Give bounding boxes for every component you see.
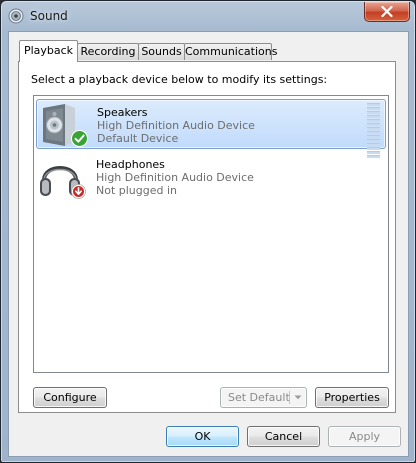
window-title: Sound bbox=[30, 9, 68, 23]
set-default-label: Set Default bbox=[228, 391, 290, 404]
device-driver: High Definition Audio Device bbox=[96, 171, 254, 184]
volume-level-meter bbox=[367, 103, 380, 158]
tab-sounds[interactable]: Sounds bbox=[138, 43, 185, 60]
ok-button[interactable]: OK bbox=[166, 426, 239, 447]
device-driver: High Definition Audio Device bbox=[97, 119, 255, 132]
apply-button: Apply bbox=[328, 426, 401, 447]
split-divider bbox=[289, 391, 290, 404]
device-name: Headphones bbox=[96, 158, 165, 171]
tab-recording[interactable]: Recording bbox=[77, 43, 139, 60]
playback-panel: Select a playback device below to modify… bbox=[18, 61, 396, 413]
green-check-icon bbox=[71, 130, 88, 147]
device-headphones[interactable]: Headphones High Definition Audio Device … bbox=[36, 152, 386, 202]
device-status: Not plugged in bbox=[96, 184, 178, 197]
dialog-client-area: Playback Recording Sounds Communications… bbox=[8, 31, 409, 457]
chevron-down-icon bbox=[294, 395, 302, 400]
speaker-icon bbox=[8, 8, 24, 24]
title-bar[interactable]: Sound bbox=[1, 1, 415, 31]
tab-playback[interactable]: Playback bbox=[19, 40, 78, 62]
sound-dialog: Sound Playback Recording Sounds Communic… bbox=[0, 0, 416, 463]
instruction-text: Select a playback device below to modify… bbox=[31, 73, 328, 86]
device-status: Default Device bbox=[97, 132, 179, 145]
cancel-button[interactable]: Cancel bbox=[247, 426, 320, 447]
device-list[interactable]: Speakers High Definition Audio Device De… bbox=[33, 95, 389, 373]
close-icon bbox=[381, 6, 393, 17]
close-button[interactable] bbox=[364, 2, 410, 22]
tab-communications[interactable]: Communications bbox=[184, 43, 277, 60]
configure-button[interactable]: Configure bbox=[33, 387, 107, 408]
red-down-arrow-icon bbox=[71, 184, 86, 199]
set-default-split-button: Set Default bbox=[220, 387, 307, 408]
properties-button[interactable]: Properties bbox=[315, 387, 389, 408]
device-speakers[interactable]: Speakers High Definition Audio Device De… bbox=[36, 99, 386, 158]
device-name: Speakers bbox=[97, 106, 148, 119]
